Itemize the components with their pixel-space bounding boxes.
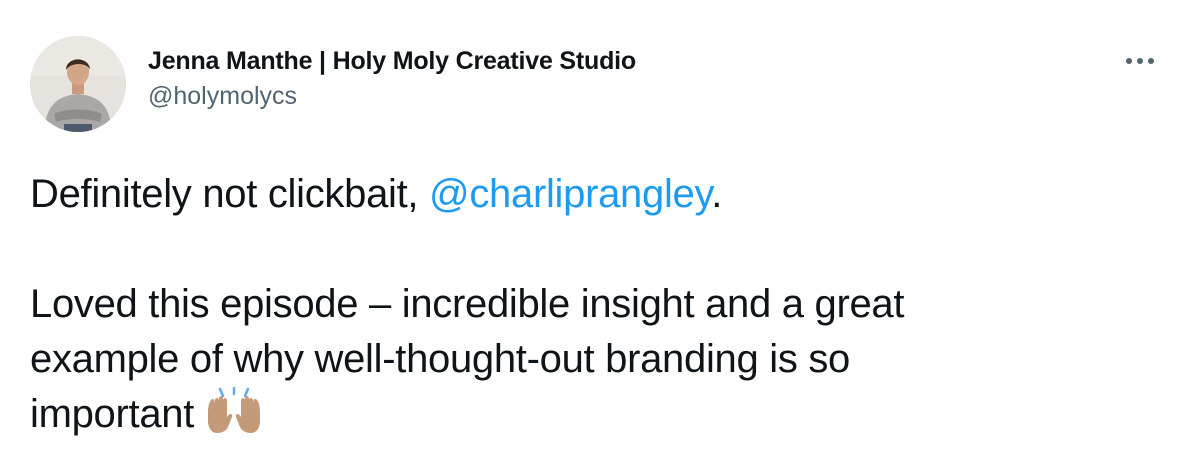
- author-display-name[interactable]: Jenna Manthe | Holy Moly Creative Studio: [148, 44, 636, 78]
- avatar[interactable]: [30, 36, 126, 132]
- tweet-text-prefix: Definitely not clickbait,: [30, 172, 430, 216]
- tweet-text: Definitely not clickbait, @charliprangle…: [30, 167, 1140, 448]
- tweet-line-4: important: [30, 385, 1140, 448]
- author-handle[interactable]: @holymolycs: [148, 80, 636, 112]
- tweet-text-suffix: .: [711, 172, 723, 216]
- tweet-line-3: example of why well-thought-out branding…: [30, 337, 850, 381]
- tweet-card: Jenna Manthe | Holy Moly Creative Studio…: [0, 0, 1180, 470]
- author-info: Jenna Manthe | Holy Moly Creative Studio…: [148, 44, 636, 112]
- tweet-line-4-text: important: [30, 392, 195, 436]
- profile-photo-icon: [30, 36, 126, 132]
- more-options-button[interactable]: [1120, 46, 1160, 76]
- tweet-line-1: Definitely not clickbait, @charliprangle…: [30, 167, 1140, 222]
- tweet-line-2: Loved this episode – incredible insight …: [30, 282, 905, 326]
- raising-hands-icon: [204, 385, 264, 448]
- more-horizontal-icon: [1126, 58, 1154, 64]
- mention-link[interactable]: @charliprangley: [429, 172, 711, 216]
